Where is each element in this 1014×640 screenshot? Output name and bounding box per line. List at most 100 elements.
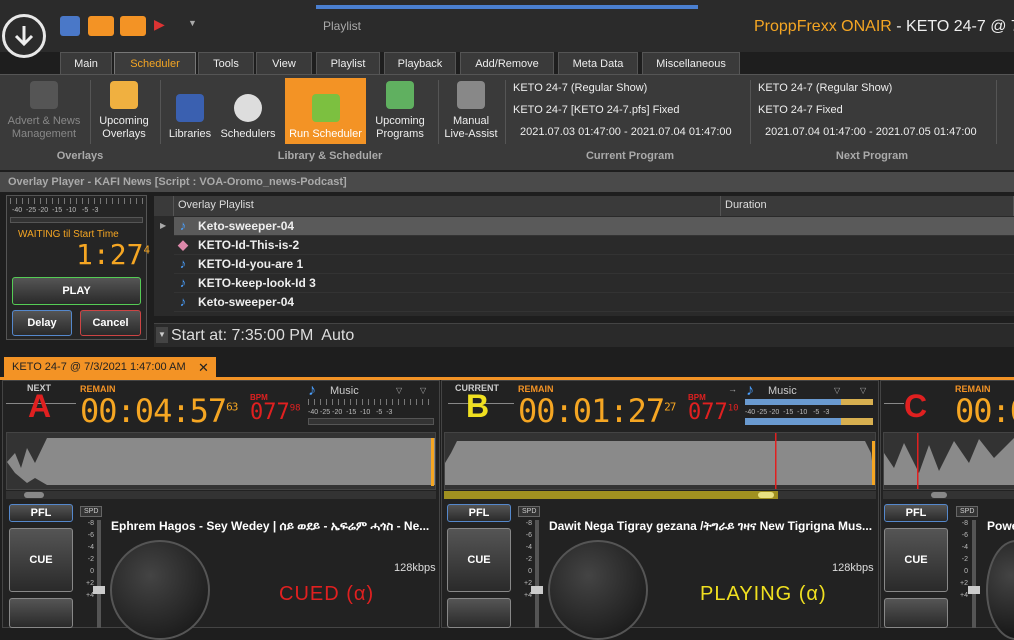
deck-b-letter: B	[466, 388, 490, 424]
list-item[interactable]: ♪ Keto-sweeper-04	[174, 217, 1014, 236]
chevron-right-icon[interactable]: →	[728, 384, 737, 394]
deck-a-scrollbar[interactable]	[6, 491, 436, 499]
deck-c-timer: 00:0	[955, 392, 1014, 430]
deck-b-pitch-slider[interactable]	[531, 520, 543, 628]
start-at-text: Start at: 7:35:00 PM Auto	[171, 327, 355, 344]
user-icon[interactable]	[88, 16, 114, 36]
save-icon[interactable]	[60, 16, 80, 36]
tab-playback[interactable]: Playback	[384, 52, 456, 74]
tab-main[interactable]: Main	[60, 52, 112, 74]
pitch-tick: +4	[524, 592, 532, 599]
scroll-thumb[interactable]	[758, 492, 774, 498]
col-header-overlay-playlist[interactable]: Overlay Playlist	[174, 196, 721, 216]
tab-scheduler[interactable]: Scheduler	[114, 52, 196, 74]
tab-meta-data[interactable]: Meta Data	[558, 52, 638, 74]
deck-b-pfl-button[interactable]: PFL	[447, 504, 511, 522]
tab-tools[interactable]: Tools	[198, 52, 254, 74]
run-scheduler-button[interactable]: Run Scheduler	[285, 78, 366, 144]
overlay-player-title: Overlay Player - KAFI News [Script : VOA…	[0, 172, 1014, 192]
deck-c-scrollbar[interactable]	[883, 491, 1014, 499]
advert-news-button[interactable]: Advert & News Management	[4, 78, 84, 144]
deck-b-status: PLAYING (α)	[700, 583, 827, 605]
upcoming-programs-label: Upcoming Programs	[375, 115, 425, 140]
upcoming-programs-button[interactable]: Upcoming Programs	[370, 78, 430, 144]
deck-b-meter-scale: -40 -25 -20 -15 -10 -5 -3	[745, 409, 830, 416]
schedulers-button[interactable]: Schedulers	[218, 78, 278, 144]
scroll-thumb[interactable]	[931, 492, 947, 498]
brand-name: ProppFrexx ONAIR	[754, 18, 892, 35]
group-label-current-program: Current Program	[585, 150, 675, 162]
app-menu-button[interactable]	[2, 14, 46, 58]
deck-c-spd-button[interactable]: SPD	[956, 506, 979, 517]
tab-playlist[interactable]: Playlist	[316, 52, 380, 74]
deck-a-jog-wheel[interactable]	[110, 540, 210, 640]
current-program-time: 2021.07.03 01:47:00 - 2021.07.04 01:47:0…	[520, 126, 732, 138]
list-item[interactable]: ♪ KETO-keep-look-Id 3	[174, 274, 1014, 293]
deck-a-play-button[interactable]	[9, 598, 73, 628]
clock-icon[interactable]	[120, 16, 146, 36]
level-meter	[10, 217, 143, 223]
window-title: ProppFrexx ONAIR - KETO 24-7 @ 7	[754, 18, 1014, 36]
overlay-cancel-button[interactable]: Cancel	[80, 310, 141, 336]
item-title: KETO-keep-look-Id 3	[198, 276, 316, 290]
overlay-delay-button[interactable]: Delay	[12, 310, 72, 336]
deck-a-pfl-button[interactable]: PFL	[9, 504, 73, 522]
deck-a-bpm-value: 077	[250, 400, 290, 425]
flag-icon[interactable]: ▶	[154, 16, 174, 36]
music-note-icon: ♪	[308, 382, 316, 399]
deck-a-track-title: Ephrem Hagos - Sey Wedey | ሰይ ወደይ - ኤፍሬም…	[111, 519, 430, 533]
upcoming-overlays-button[interactable]: Upcoming Overlays	[94, 78, 154, 144]
slider-thumb[interactable]	[93, 586, 105, 594]
deck-a-level-meter	[308, 418, 434, 425]
music-note-icon: ♪	[179, 275, 187, 290]
chevron-down-icon[interactable]: ▽	[396, 386, 402, 395]
deck-c-waveform[interactable]	[883, 432, 1014, 490]
slider-thumb[interactable]	[968, 586, 980, 594]
list-item[interactable]: ♪ KETO-Id-you-are 1	[174, 255, 1014, 274]
music-note-icon: ♪	[179, 256, 187, 271]
scroll-thumb[interactable]	[24, 492, 44, 498]
chevron-down-icon[interactable]: ▼	[156, 327, 168, 343]
music-note-icon: ♪	[179, 294, 187, 309]
list-item[interactable]: ◆ KETO-Id-This-is-2	[174, 236, 1014, 255]
deck-group-tab[interactable]: KETO 24-7 @ 7/3/2021 1:47:00 AM	[4, 357, 216, 377]
slider-thumb[interactable]	[531, 586, 543, 594]
deck-c-play-button[interactable]	[884, 598, 948, 628]
pitch-tick: 0	[90, 568, 94, 575]
deck-a-waveform[interactable]	[6, 432, 436, 490]
chevron-down-icon[interactable]: ▽	[860, 386, 866, 395]
deck-a-pitch-slider[interactable]	[93, 520, 105, 628]
qa-dropdown-icon[interactable]: ▼	[188, 18, 197, 28]
overlay-countdown-frac: 4	[143, 243, 151, 257]
deck-c-pitch-slider[interactable]	[968, 520, 980, 628]
deck-b-jog-wheel[interactable]	[548, 540, 648, 640]
deck-a-bitrate: 128kbps	[394, 562, 436, 574]
deck-b-spd-button[interactable]: SPD	[518, 506, 541, 517]
tab-view[interactable]: View	[256, 52, 312, 74]
overlay-play-button[interactable]: PLAY	[12, 277, 141, 305]
tab-miscellaneous[interactable]: Miscellaneous	[642, 52, 740, 74]
pitch-tick: -6	[525, 532, 532, 539]
deck-b-waveform[interactable]	[444, 432, 876, 490]
pitch-tick: +2	[960, 580, 968, 587]
deck-a-cue-button[interactable]: CUE	[9, 528, 73, 592]
item-title: Keto-sweeper-04	[198, 219, 295, 233]
deck-c-cue-button[interactable]: CUE	[884, 528, 948, 592]
deck-b-play-button[interactable]	[447, 598, 511, 628]
deck-c-pfl-button[interactable]: PFL	[884, 504, 948, 522]
col-header-duration[interactable]: Duration	[721, 196, 1014, 216]
libraries-button[interactable]: Libraries	[164, 78, 216, 144]
chevron-down-icon[interactable]: ▽	[834, 386, 840, 395]
close-icon[interactable]: ✕	[198, 360, 209, 376]
list-item[interactable]: ♪ Keto-sweeper-04	[174, 293, 1014, 312]
manual-live-assist-label: Manual Live-Assist	[444, 115, 498, 140]
manual-live-assist-button[interactable]: Manual Live-Assist	[441, 78, 501, 144]
chevron-down-icon[interactable]: ▽	[420, 386, 426, 395]
deck-b-scrollbar[interactable]	[444, 491, 876, 499]
deck-a-spd-button[interactable]: SPD	[80, 506, 103, 517]
deck-b-cue-button[interactable]: CUE	[447, 528, 511, 592]
divider	[750, 80, 751, 144]
next-program-name: KETO 24-7 (Regular Show)	[758, 82, 893, 94]
tab-add-remove[interactable]: Add/Remove	[460, 52, 554, 74]
pitch-tick: -2	[525, 556, 532, 563]
